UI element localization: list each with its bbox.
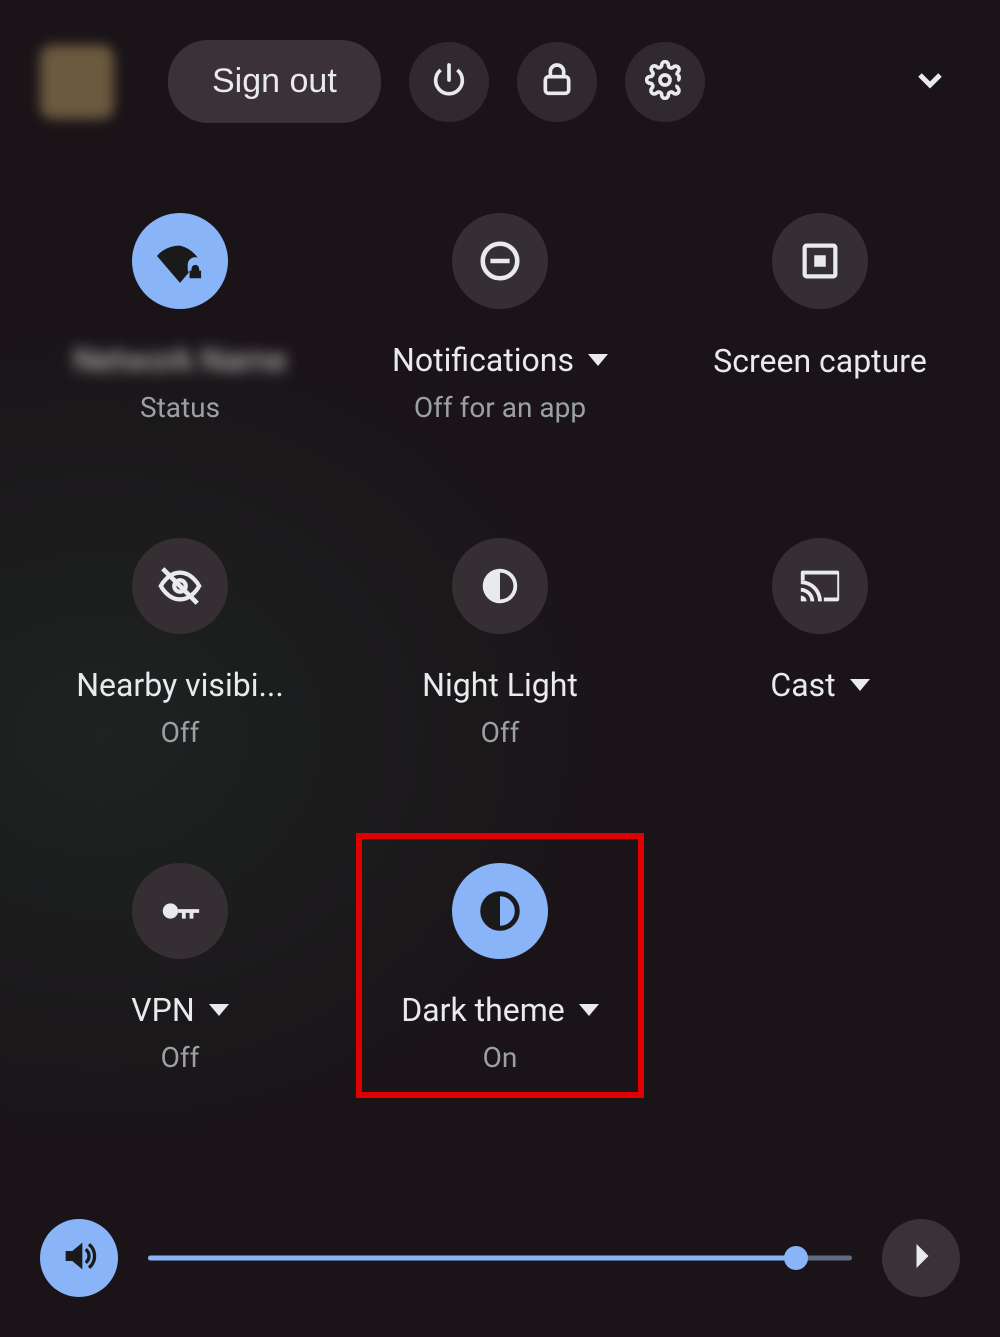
tile-wifi-sub: Status <box>140 391 220 424</box>
tile-wifi[interactable]: Network Name Status <box>30 203 330 438</box>
tile-dark-theme[interactable]: Dark theme On <box>350 853 650 1088</box>
wifi-locked-icon <box>132 213 228 309</box>
volume-button[interactable] <box>40 1219 118 1297</box>
caret-down-icon <box>850 679 870 691</box>
quick-settings-panel: Sign out Network N <box>0 0 1000 1337</box>
lock-icon <box>537 60 577 104</box>
tile-nearby-sub: Off <box>161 716 200 749</box>
tile-wifi-label: Network Name <box>74 341 287 379</box>
caret-down-icon <box>209 1004 229 1016</box>
volume-slider[interactable] <box>148 1255 852 1261</box>
tile-screen-capture[interactable]: Screen capture <box>670 203 970 438</box>
tile-cast[interactable]: Cast <box>670 528 970 763</box>
tile-vpn-label: VPN <box>131 991 228 1029</box>
tile-night-light-label: Night Light <box>422 666 578 704</box>
cast-icon <box>772 538 868 634</box>
volume-row <box>30 1199 970 1307</box>
visibility-off-icon <box>132 538 228 634</box>
night-light-icon <box>452 538 548 634</box>
tile-dark-theme-sub: On <box>483 1041 518 1074</box>
gear-icon <box>645 60 685 104</box>
power-button[interactable] <box>409 42 489 122</box>
chevron-right-icon <box>903 1238 939 1278</box>
chevron-down-icon <box>910 60 950 104</box>
tile-night-light-sub: Off <box>481 716 520 749</box>
settings-button[interactable] <box>625 42 705 122</box>
power-icon <box>429 60 469 104</box>
lock-button[interactable] <box>517 42 597 122</box>
caret-down-icon <box>579 1004 599 1016</box>
caret-down-icon <box>588 354 608 366</box>
collapse-button[interactable] <box>900 52 960 112</box>
tile-cast-label: Cast <box>770 666 869 704</box>
volume-icon <box>59 1236 99 1280</box>
tile-dark-theme-label: Dark theme <box>401 991 599 1029</box>
screen-capture-icon <box>772 213 868 309</box>
do-not-disturb-icon <box>452 213 548 309</box>
tile-notifications-sub: Off for an app <box>414 391 586 424</box>
tile-notifications-label: Notifications <box>392 341 608 379</box>
slider-thumb[interactable] <box>784 1246 808 1270</box>
dark-theme-icon <box>452 863 548 959</box>
sign-out-button[interactable]: Sign out <box>168 40 381 123</box>
slider-fill <box>148 1256 796 1261</box>
tile-screen-capture-label: Screen capture <box>713 341 927 381</box>
tiles-grid: Network Name Status Notifications Off fo… <box>30 203 970 1088</box>
tile-vpn[interactable]: VPN Off <box>30 853 330 1088</box>
vpn-key-icon <box>132 863 228 959</box>
tile-nearby-visibility[interactable]: Nearby visibi... Off <box>30 528 330 763</box>
header-bar: Sign out <box>30 40 970 133</box>
tile-nearby-label: Nearby visibi... <box>76 666 284 704</box>
tile-notifications[interactable]: Notifications Off for an app <box>350 203 650 438</box>
avatar[interactable] <box>40 45 114 119</box>
tile-vpn-sub: Off <box>161 1041 200 1074</box>
tile-night-light[interactable]: Night Light Off <box>350 528 650 763</box>
audio-settings-button[interactable] <box>882 1219 960 1297</box>
